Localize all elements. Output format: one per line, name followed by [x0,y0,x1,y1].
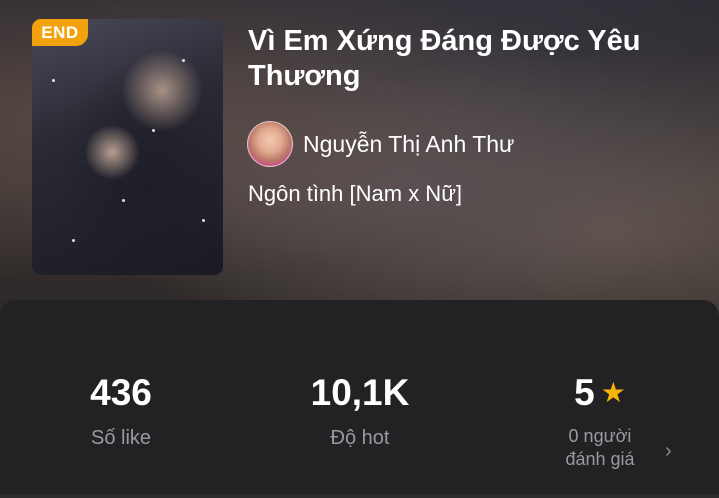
rating-value: 5 [574,372,595,413]
snow-decoration [202,219,205,222]
hot-stat: 10,1K Độ hot [280,372,440,450]
author-name[interactable]: Nguyễn Thị Anh Thư [303,131,514,158]
likes-label: Số like [90,427,152,449]
book-cover[interactable]: END [32,19,223,275]
snow-decoration [72,239,75,242]
rating-label-line2: đánh giá [565,449,635,469]
status-badge: END [32,19,88,46]
rating-value-row: 5 ★ [520,372,680,414]
author-avatar[interactable] [247,121,293,167]
rating-stat[interactable]: 5 ★ 0 người đánh giá [520,372,680,471]
chevron-right-icon[interactable]: › [665,440,672,463]
rating-label-line1: 0 người [568,426,632,446]
snow-decoration [52,79,55,82]
hot-count: 10,1K [310,372,410,413]
story-title: Vì Em Xứng Đáng Được Yêu Thương [248,25,641,92]
snow-decoration [122,199,125,202]
snow-decoration [182,59,185,62]
author-link[interactable]: Nguyễn Thị Anh Thư [247,120,514,168]
snow-decoration [152,129,155,132]
likes-stat: 436 Số like [41,372,201,450]
star-icon: ★ [600,377,626,408]
likes-count: 436 [90,372,152,413]
rating-count-label: 0 người đánh giá [520,425,680,471]
hot-label: Độ hot [330,427,390,449]
bottom-divider [0,494,719,498]
story-genre: Ngôn tình [Nam x Nữ] [248,181,463,206]
